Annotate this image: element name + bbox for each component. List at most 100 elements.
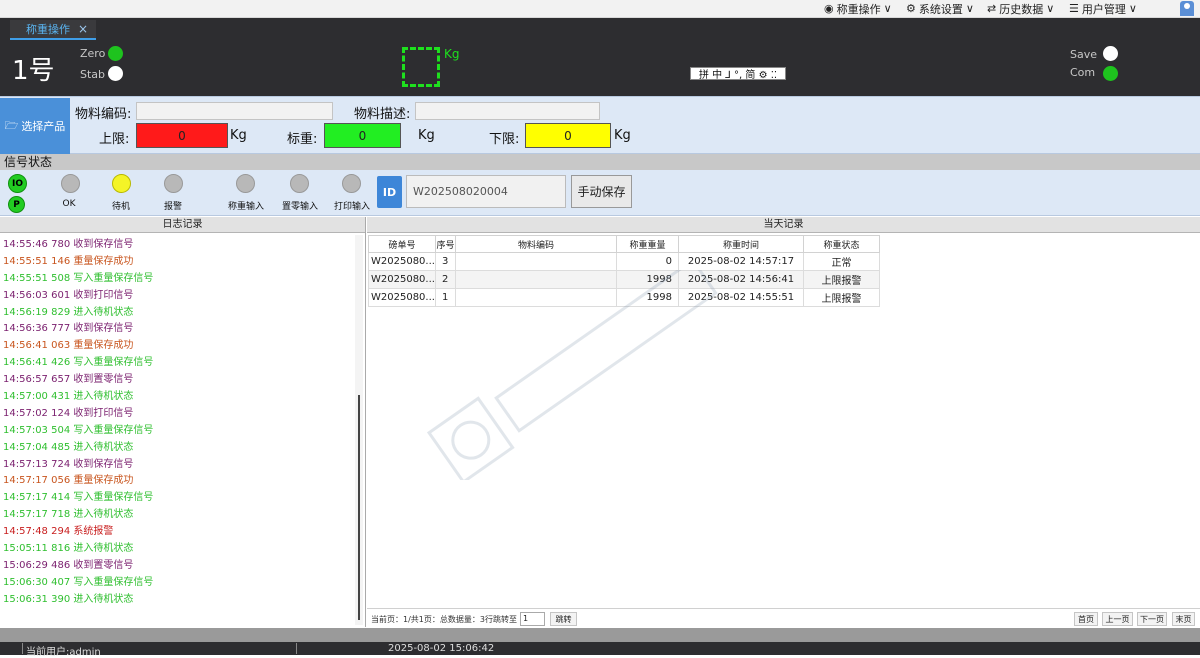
zero-label: Zero	[80, 47, 106, 60]
menu-history[interactable]: ⇄ 历史数据 ∨	[987, 1, 1054, 16]
pager-goto-label: 跳转至	[493, 615, 517, 624]
log-panel-title: 日志记录	[0, 217, 365, 233]
table-cell: 0	[615, 252, 679, 271]
standard-weight-label: 标重:	[287, 132, 318, 147]
log-entry: 14:57:13 724 收到保存信号	[3, 458, 134, 470]
table-cell: W2025080...	[368, 288, 436, 307]
folder-open-icon: 🗁	[4, 118, 19, 132]
col-weigh-time[interactable]: 称重时间	[677, 235, 804, 253]
standard-weight-field[interactable]: 0	[324, 123, 401, 148]
table-cell: 上限报警	[802, 288, 880, 307]
table-cell: 1998	[615, 288, 679, 307]
pager-goto-input[interactable]: 1	[520, 612, 545, 626]
log-entry: 15:05:11 816 进入待机状态	[3, 543, 134, 555]
print-input-label: 打印输入	[333, 202, 370, 212]
pager-next-button[interactable]: 下一页	[1137, 612, 1167, 626]
gear-icon: ⚙	[906, 2, 916, 15]
current-user: 当前用户:admin	[26, 647, 101, 658]
log-entry: 14:57:17 718 进入待机状态	[3, 509, 134, 521]
table-cell: 1	[434, 288, 456, 307]
pager-goto-button[interactable]: 跳转	[550, 612, 577, 626]
table-row[interactable]: W2025080... 2 1998 2025-08-02 14:56:41 上限报警	[368, 270, 880, 289]
menu-settings[interactable]: ⚙ 系统设置 ∨	[906, 1, 974, 16]
zero-input-indicator	[290, 174, 309, 193]
scale-number: 1号	[12, 56, 55, 86]
records-header-row: 磅单号 序号 物料编码 称重重量 称重时间 称重状态	[368, 235, 880, 253]
signal-status-title: 信号状态	[0, 154, 1200, 170]
current-datetime: 2025-08-02 15:06:42	[388, 643, 495, 654]
menu-users-label: 用户管理	[1081, 2, 1126, 16]
col-ticket-no[interactable]: 磅单号	[368, 235, 436, 253]
user-avatar-icon[interactable]	[1180, 1, 1194, 16]
id-badge: ID	[377, 176, 402, 208]
log-entry: 14:57:02 124 收到打印信号	[3, 407, 134, 419]
tab-weighing-label: 称重操作	[26, 23, 70, 36]
log-entry: 14:56:41 063 重量保存成功	[3, 340, 134, 352]
weigh-id-field[interactable]: W202508020004	[406, 175, 566, 208]
menu-users[interactable]: ☰ 用户管理 ∨	[1069, 1, 1137, 16]
signal-status-panel: IO P OK 待机 报警 称重输入 置零输入 打印输入 ID W2025080…	[0, 170, 1200, 216]
select-product-button[interactable]: 🗁 选择产品	[0, 98, 70, 154]
table-row[interactable]: W2025080... 3 0 2025-08-02 14:57:17 正常	[368, 252, 880, 271]
weight-unit: Kg	[444, 47, 460, 61]
scale-display: 1号 Zero Stab Kg 拼 中 ⅃ °, 简 ⚙ ⁚⁚ Save Com	[0, 40, 1200, 96]
material-code-field[interactable]	[136, 102, 333, 120]
list-icon: ☰	[1069, 2, 1079, 15]
table-cell: 2025-08-02 14:55:51	[677, 288, 804, 307]
com-indicator	[1103, 66, 1118, 81]
material-desc-field[interactable]	[415, 102, 600, 120]
tab-weighing[interactable]: 称重操作 ×	[10, 20, 96, 40]
upper-limit-label: 上限:	[99, 132, 130, 147]
log-entry: 14:56:03 601 收到打印信号	[3, 289, 134, 301]
log-entry: 14:57:00 431 进入待机状态	[3, 391, 134, 403]
log-panel: 日志记录 14:55:46 780 收到保存信号 14:55:51 146 重量保…	[0, 217, 366, 627]
manual-save-button[interactable]: 手动保存	[571, 175, 632, 208]
chevron-down-icon: ∨	[1046, 2, 1055, 15]
log-scrollbar[interactable]	[355, 235, 363, 625]
gauge-icon: ◉	[824, 2, 834, 15]
upper-limit-field[interactable]: 0	[136, 123, 228, 148]
log-entry: 14:56:57 657 收到置零信号	[3, 374, 134, 386]
chevron-down-icon: ∨	[1128, 2, 1137, 15]
product-panel: 🗁 选择产品 物料编码: 物料描述: 上限: 0 Kg 标重: 0 Kg 下限:…	[0, 96, 1200, 154]
table-cell	[454, 288, 617, 307]
table-cell	[454, 270, 617, 289]
table-row[interactable]: W2025080... 1 1998 2025-08-02 14:55:51 上限报警	[368, 288, 880, 307]
alarm-indicator	[164, 174, 183, 193]
lower-limit-label: 下限:	[489, 132, 520, 147]
log-entry: 15:06:29 486 收到置零信号	[3, 559, 134, 571]
p-indicator: P	[8, 196, 25, 213]
pager-first-button[interactable]: 首页	[1074, 612, 1098, 626]
alarm-label: 报警	[163, 202, 182, 212]
weigh-input-label: 称重输入	[227, 202, 264, 212]
standard-weight-unit: Kg	[418, 128, 435, 143]
material-desc-label: 物料描述:	[354, 107, 411, 122]
table-cell: 2025-08-02 14:57:17	[677, 252, 804, 271]
table-cell: 上限报警	[802, 270, 880, 289]
weight-digit-display	[402, 47, 440, 87]
upper-limit-unit: Kg	[230, 128, 247, 143]
com-label: Com	[1070, 66, 1096, 79]
zero-input-label: 置零输入	[281, 202, 318, 212]
log-entry: 15:06:30 407 写入重量保存信号	[3, 576, 154, 588]
tab-bar: 称重操作 ×	[0, 18, 1200, 40]
col-weight[interactable]: 称重重量	[615, 235, 679, 253]
log-entry: 14:56:19 829 进入待机状态	[3, 306, 134, 318]
log-entry: 14:57:48 294 系统报警	[3, 526, 114, 538]
records-table: 磅单号 序号 物料编码 称重重量 称重时间 称重状态 W2025080... 3 0…	[368, 235, 880, 307]
log-entry: 14:57:04 485 进入待机状态	[3, 441, 134, 453]
col-material-code[interactable]: 物料编码	[454, 235, 617, 253]
log-entry: 15:06:31 390 进入待机状态	[3, 593, 134, 605]
ime-toolbar[interactable]: 拼 中 ⅃ °, 简 ⚙ ⁚⁚	[690, 67, 786, 81]
col-seq[interactable]: 序号	[434, 235, 456, 253]
close-icon[interactable]: ×	[78, 22, 88, 36]
log-entry: 14:57:17 056 重量保存成功	[3, 475, 134, 487]
pager-last-button[interactable]: 末页	[1172, 612, 1195, 626]
menu-weighing[interactable]: ◉ 称重操作 ∨	[824, 1, 892, 16]
log-entry: 14:56:41 426 写入重量保存信号	[3, 357, 154, 369]
pager-info: 当前页：1/共1页：总数据量：3行	[371, 615, 493, 624]
pager-prev-button[interactable]: 上一页	[1102, 612, 1133, 626]
col-weigh-status[interactable]: 称重状态	[802, 235, 880, 253]
chevron-down-icon: ∨	[965, 2, 974, 15]
lower-limit-field[interactable]: 0	[525, 123, 611, 148]
